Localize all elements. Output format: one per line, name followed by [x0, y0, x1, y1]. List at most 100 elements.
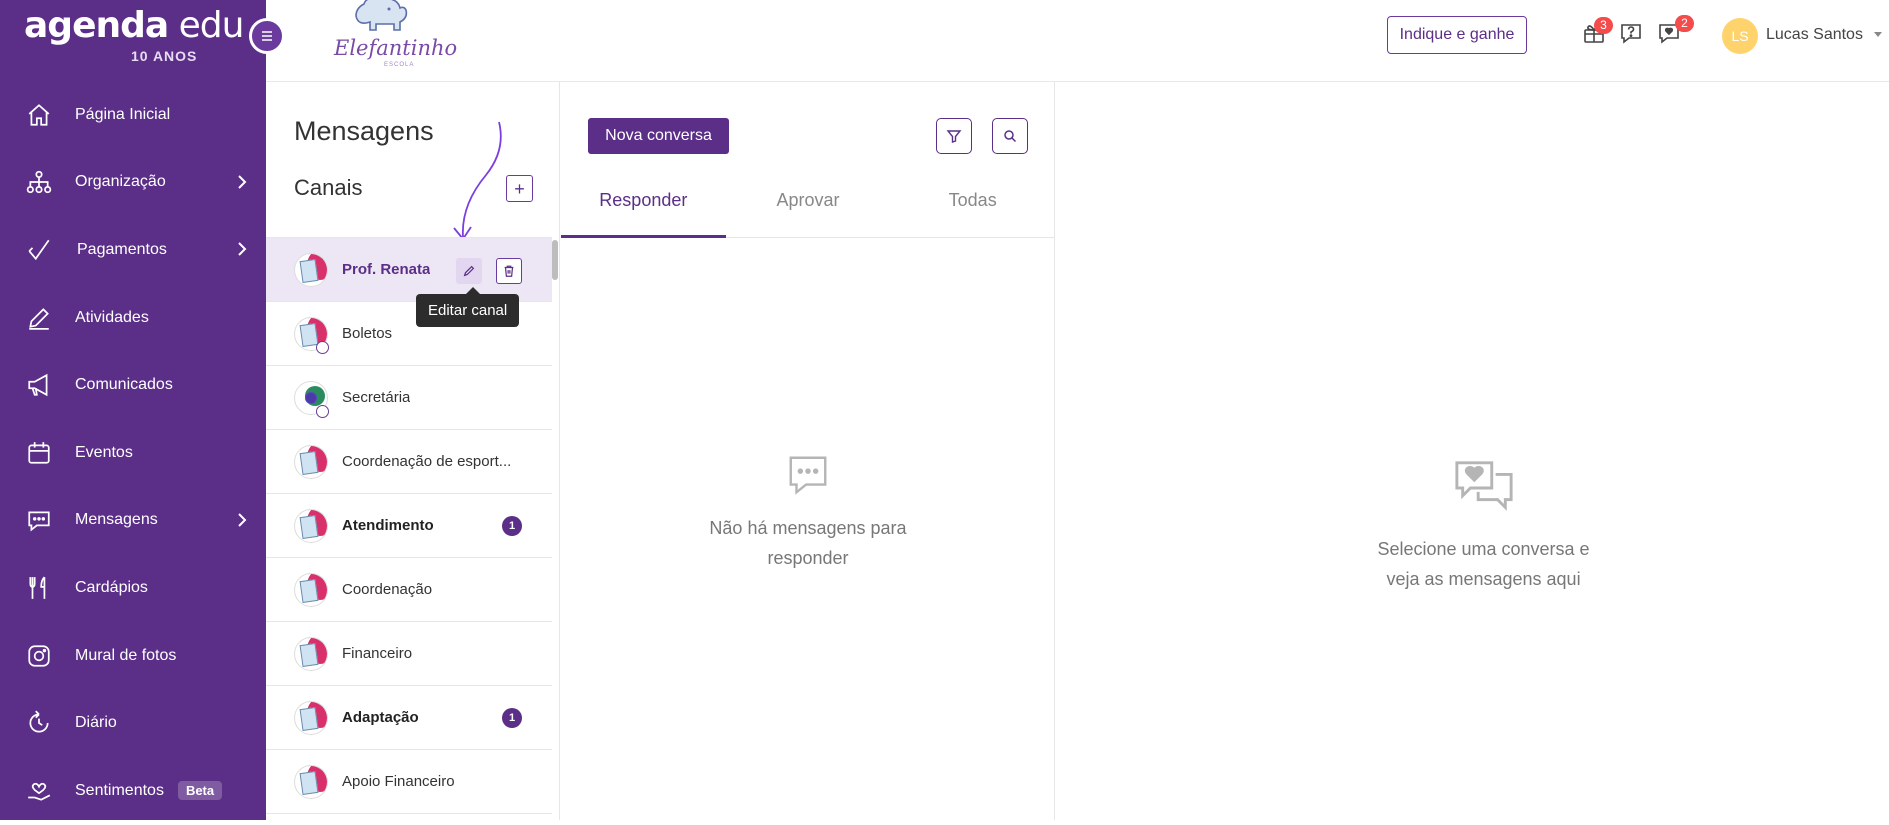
cutlery-icon	[26, 575, 52, 601]
refresh-icon	[26, 710, 52, 736]
unread-count-badge: 1	[502, 707, 522, 728]
add-channel-button[interactable]: +	[506, 175, 533, 202]
empty-detail-line2: veja as mensagens aqui	[1386, 569, 1581, 589]
indique-e-ganhe-button[interactable]: Indique e ganhe	[1387, 16, 1527, 54]
edit-channel-button[interactable]	[456, 258, 482, 284]
search-button[interactable]	[992, 118, 1028, 154]
channel-item[interactable]: Prof. Renata	[266, 238, 552, 302]
channel-item[interactable]: Apoio Financeiro	[266, 750, 552, 814]
beta-badge: Beta	[177, 781, 223, 801]
sidebar-item-label: Página Inicial	[75, 105, 171, 123]
channels-heading: Canais	[294, 175, 363, 200]
filter-button[interactable]	[936, 118, 972, 154]
sidebar-item-organizacao[interactable]: Organização	[0, 149, 266, 217]
sidebar-item-mensagens[interactable]: Mensagens	[0, 487, 266, 555]
sidebar-item-comunicados[interactable]: Comunicados	[0, 351, 266, 419]
menu-icon	[262, 31, 272, 41]
chat-icon	[26, 507, 52, 533]
empty-detail-state: Selecione uma conversa e veja as mensage…	[1056, 457, 1889, 594]
sidebar: agenda edu 10 ANOS Página Inicial Organi…	[0, 0, 266, 820]
channel-item[interactable]: Financeiro	[266, 622, 552, 686]
sidebar-item-cardapios[interactable]: Cardápios	[0, 554, 266, 622]
camera-icon	[26, 643, 52, 669]
sidebar-item-label: Mural de fotos	[75, 646, 177, 664]
chevron-right-icon	[238, 174, 247, 189]
sidebar-item-mural-de-fotos[interactable]: Mural de fotos	[0, 622, 266, 690]
sidebar-item-pagamentos[interactable]: Pagamentos	[0, 216, 266, 284]
hand-heart-icon	[26, 778, 52, 804]
delete-channel-button[interactable]	[496, 258, 522, 284]
channel-item[interactable]: Coordenação	[266, 558, 552, 622]
help-icon	[1621, 24, 1641, 44]
chevron-right-icon	[238, 512, 247, 527]
empty-detail-line1: Selecione uma conversa e	[1377, 539, 1590, 559]
channel-item[interactable]: Secretária	[266, 366, 552, 430]
sidebar-item-label: Diário	[75, 714, 117, 732]
scrollbar[interactable]	[552, 240, 558, 280]
chat-heart-icon	[1454, 461, 1513, 511]
channel-name: Atendimento	[342, 517, 434, 534]
edit-channel-tooltip: Editar canal	[416, 287, 520, 327]
sidebar-item-label: Atividades	[75, 308, 149, 326]
channel-avatar	[294, 252, 328, 287]
pencil-icon	[26, 305, 52, 331]
check-icon	[26, 237, 52, 263]
messages-header-button[interactable]: 2	[1657, 15, 1694, 47]
sidebar-item-label: Comunicados	[75, 376, 173, 394]
chat-count-badge: 2	[1675, 15, 1694, 32]
channel-avatar	[294, 508, 328, 543]
page-title: Mensagens	[294, 116, 434, 146]
channel-name: Prof. Renata	[342, 261, 431, 278]
channel-item[interactable]: Adaptação 1	[266, 686, 552, 750]
channel-avatar	[294, 444, 328, 479]
sidebar-item-pagina-inicial[interactable]: Página Inicial	[0, 81, 266, 149]
channel-item[interactable]: Coordenação de esport...	[266, 430, 552, 494]
sidebar-item-label: Sentimentos	[75, 781, 164, 799]
sidebar-item-diario[interactable]: Diário	[0, 689, 266, 757]
channel-avatar	[294, 700, 328, 735]
megaphone-icon	[26, 372, 52, 398]
channel-item[interactable]: Atendimento 1	[266, 494, 552, 558]
sidebar-item-label: Pagamentos	[77, 240, 167, 258]
home-icon	[26, 102, 52, 128]
new-conversation-button[interactable]: Nova conversa	[588, 118, 729, 154]
chat-bubble-icon	[789, 456, 827, 495]
channel-name: Adaptação	[342, 709, 419, 726]
user-name[interactable]: Lucas Santos	[1766, 26, 1863, 44]
channel-name: Apoio Financeiro	[342, 773, 455, 790]
sidebar-toggle-button[interactable]	[249, 18, 285, 54]
gift-button[interactable]: 3	[1582, 17, 1613, 47]
tab-aprovar[interactable]: Aprovar	[726, 180, 891, 237]
brand-logo[interactable]: agenda edu 10 ANOS	[24, 5, 244, 65]
sidebar-item-atividades[interactable]: Atividades	[0, 284, 266, 352]
conversations-panel: Nova conversa Responder Aprovar Todas Nã…	[561, 82, 1055, 820]
unread-count-badge: 1	[502, 515, 522, 536]
empty-conversations-line1: Não há mensagens para	[709, 518, 907, 538]
tab-responder[interactable]: Responder	[561, 180, 726, 238]
sidebar-item-label: Mensagens	[75, 511, 158, 529]
empty-conversations-state: Não há mensagens para responder	[561, 452, 1055, 573]
avatar[interactable]: LS	[1722, 18, 1758, 54]
sidebar-item-sentimentos[interactable]: Sentimentos Beta	[0, 757, 266, 825]
channel-name: Coordenação de esport...	[342, 453, 512, 470]
sync-icon	[316, 341, 329, 354]
filter-icon	[946, 130, 962, 143]
school-logo[interactable]: Elefantinho ESCOLA	[326, 0, 457, 72]
top-header: Elefantinho ESCOLA Indique e ganhe 3 2 L…	[266, 0, 1889, 82]
channel-name: Coordenação	[342, 581, 433, 598]
channel-name: Financeiro	[342, 645, 413, 662]
brand-name-bold: agenda	[24, 5, 169, 46]
org-chart-icon	[26, 169, 52, 195]
tab-todas[interactable]: Todas	[890, 180, 1055, 237]
sidebar-item-label: Organização	[75, 173, 166, 191]
channel-avatar	[294, 572, 328, 607]
sidebar-item-eventos[interactable]: Eventos	[0, 419, 266, 487]
trash-icon	[504, 265, 514, 277]
sidebar-item-label: Cardápios	[75, 578, 148, 596]
caret-down-icon[interactable]	[1873, 31, 1883, 39]
sync-icon	[316, 405, 329, 418]
help-button[interactable]	[1619, 21, 1645, 47]
search-icon	[1004, 130, 1017, 143]
gift-count-badge: 3	[1594, 17, 1613, 34]
channels-panel: Mensagens Canais + Prof. Renata Boletos …	[266, 82, 560, 820]
